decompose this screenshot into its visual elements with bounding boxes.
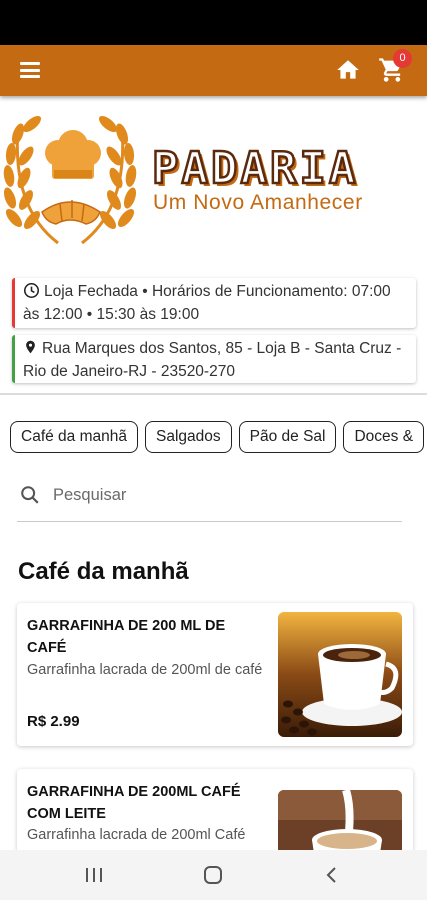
logo-subtitle: Um Novo Amanhecer [153, 191, 363, 214]
category-chips: Café da manhã Salgados Pão de Sal Doces & [10, 421, 427, 455]
product-description: Garrafinha lacrada de 200ml Café [27, 827, 246, 843]
app-bar [0, 45, 427, 96]
store-hours-card: Loja Fechada • Horários de Funcionamento… [12, 278, 416, 328]
category-chip-pao-de-sal[interactable]: Pão de Sal [238, 421, 337, 453]
section-title: Café da manhã [18, 558, 189, 585]
category-chip-cafe-da-manha[interactable]: Café da manhã [10, 421, 138, 453]
hamburger-menu-icon[interactable] [20, 62, 40, 78]
product-name: GARRAFINHA DE 200ML CAFÉ COM LEITE [27, 784, 241, 822]
product-card[interactable]: GARRAFINHA DE 200 ML DE CAFÉ Garrafinha … [17, 603, 413, 746]
category-chip-doces[interactable]: Doces & [343, 421, 425, 453]
home-circle-icon[interactable] [201, 864, 225, 886]
search-input[interactable] [53, 483, 383, 507]
store-address-card: Rua Marques dos Santos, 85 - Loja B - Sa… [12, 335, 416, 383]
store-hours-text: Loja Fechada • Horários de Funcionamento… [23, 283, 391, 323]
product-description: Garrafinha lacrada de 200ml de café [27, 662, 263, 678]
divider [0, 393, 427, 395]
recents-icon[interactable] [82, 864, 106, 886]
system-nav-bar [0, 850, 427, 900]
logo-title: PADARIA [151, 142, 359, 196]
search-icon [21, 486, 39, 504]
home-icon[interactable] [335, 57, 361, 83]
product-name: GARRAFINHA DE 200 ML DE CAFÉ [27, 618, 226, 656]
product-price: R$ 2.99 [27, 713, 80, 730]
location-pin-icon [26, 340, 35, 354]
search-bar [17, 475, 402, 522]
status-bar [0, 0, 427, 45]
product-image-coffee [278, 612, 402, 737]
store-address-text: Rua Marques dos Santos, 85 - Loja B - Sa… [23, 340, 402, 380]
back-chevron-icon[interactable] [320, 864, 344, 886]
cart-count-badge: 0 [393, 49, 412, 68]
category-chip-salgados[interactable]: Salgados [145, 421, 232, 453]
clock-icon [23, 282, 40, 299]
